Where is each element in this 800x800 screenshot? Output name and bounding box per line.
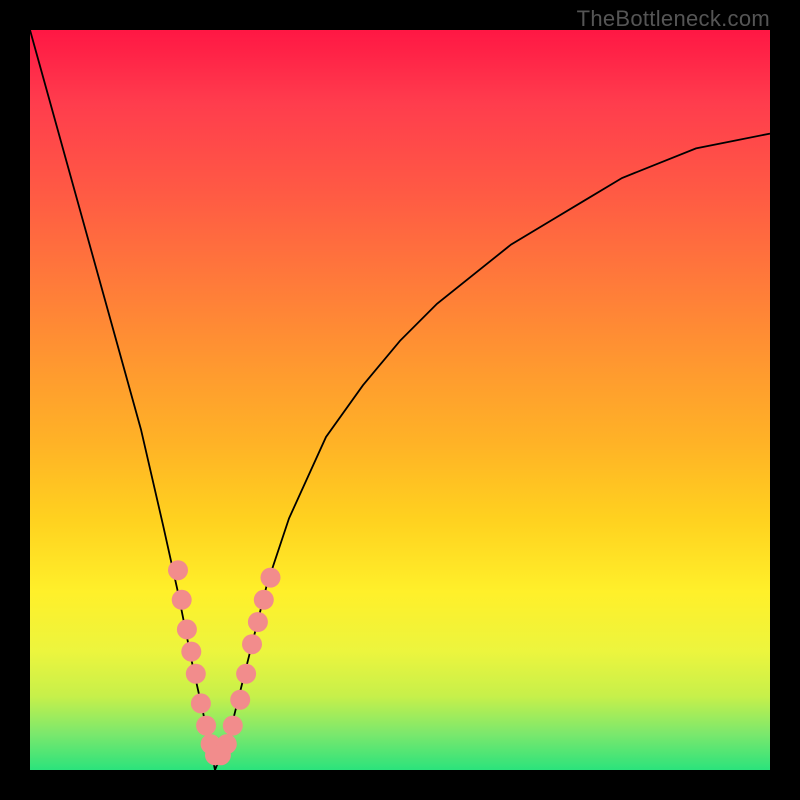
data-point xyxy=(248,612,268,632)
data-point xyxy=(236,664,256,684)
data-points-group xyxy=(168,560,281,765)
data-point xyxy=(177,619,197,639)
watermark-text: TheBottleneck.com xyxy=(577,6,770,32)
data-point xyxy=(230,690,250,710)
data-point xyxy=(196,716,216,736)
data-point xyxy=(186,664,206,684)
plot-area xyxy=(30,30,770,770)
chart-frame: TheBottleneck.com xyxy=(0,0,800,800)
data-point xyxy=(181,642,201,662)
data-point xyxy=(242,634,262,654)
bottleneck-curve xyxy=(30,30,770,770)
data-point xyxy=(168,560,188,580)
data-point xyxy=(254,590,274,610)
data-point xyxy=(261,568,281,588)
data-point xyxy=(223,716,243,736)
data-point xyxy=(217,734,237,754)
data-point xyxy=(172,590,192,610)
data-point xyxy=(191,693,211,713)
curve-svg xyxy=(30,30,770,770)
